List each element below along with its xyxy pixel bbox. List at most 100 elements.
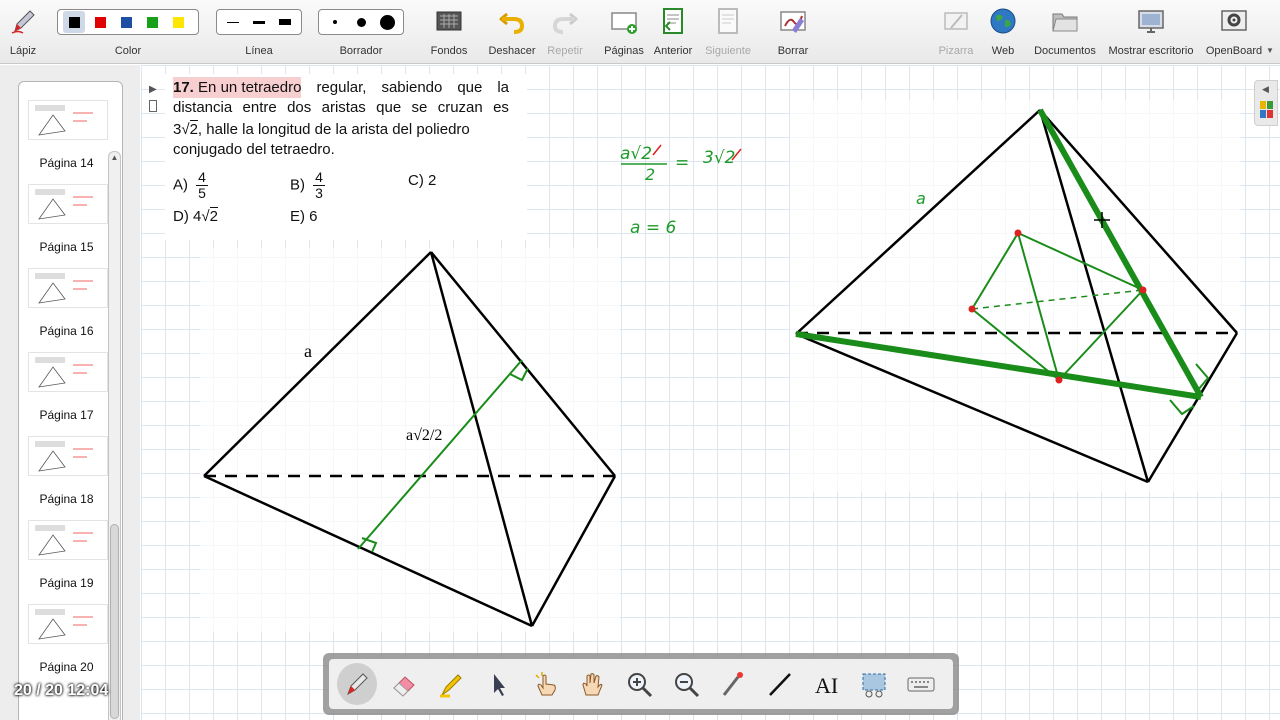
word: aristas [321, 99, 366, 116]
thumbnail-preview [35, 105, 93, 136]
next-page-button[interactable]: Siguiente [702, 0, 754, 64]
option-label: A) [173, 176, 188, 194]
scrollbar-thumb[interactable] [110, 524, 119, 719]
thumbnail-label: Página 19 [39, 576, 94, 590]
word: un [220, 79, 238, 96]
problem-line-4: conjugado del tetraedro. [173, 141, 335, 158]
fraction: 43 [313, 170, 325, 201]
openboard-label: OpenBoard [1205, 45, 1263, 57]
word: distancia [173, 99, 233, 116]
undo-icon [497, 6, 527, 36]
zoom-out-icon [675, 673, 700, 698]
laser-pointer-button[interactable] [713, 663, 753, 705]
word: entre [242, 99, 277, 116]
laser-pointer-icon [722, 672, 743, 696]
hw-result: a = 6 [630, 218, 676, 238]
line-tool-icon [769, 673, 791, 696]
selector-arrow-icon [494, 674, 505, 696]
word: que [457, 79, 483, 96]
scroll-up-icon[interactable]: ▲ [109, 152, 120, 164]
board-mode-button[interactable]: Pizarra [934, 0, 978, 64]
problem-text: , halle la longitud de la arista del pol… [197, 121, 470, 138]
denominator: 3 [315, 185, 323, 201]
documents-label: Documentos [1034, 45, 1096, 57]
keyboard-button[interactable] [901, 663, 941, 705]
thumbnail-label: Página 16 [39, 324, 94, 338]
next-page-label: Siguiente [705, 45, 751, 57]
clear-page-button[interactable]: Borrar [770, 0, 816, 64]
thumbnail-preview [35, 273, 93, 304]
openboard-menu-button[interactable]: OpenBoard [1202, 0, 1266, 64]
thumbnail-preview [35, 357, 93, 388]
thumbnail-scrollbar[interactable]: ▲ ▼ [108, 151, 121, 720]
problem-line-1: 17. En un tetraedro regular, sabiendo qu… [173, 77, 509, 98]
capture-icon [862, 673, 886, 698]
sidebar-toggle[interactable]: ▶ [145, 80, 165, 120]
line-group: Línea [216, 0, 302, 64]
word: es [493, 99, 509, 116]
text-tool-button[interactable]: AI [807, 663, 847, 705]
hw-right-side: 3√2 [703, 148, 735, 168]
zoom-out-button[interactable] [666, 663, 706, 705]
line-tool-button[interactable] [760, 663, 800, 705]
option-label: D) 4 [173, 208, 202, 225]
collapse-arrow-icon: ▶ [149, 84, 157, 95]
openboard-dropdown-icon[interactable]: ▼ [1266, 46, 1274, 55]
page-thumbnail[interactable] [28, 604, 108, 644]
page-thumbnail[interactable] [28, 436, 108, 476]
right-panel-toggle[interactable]: ◀ [1254, 80, 1278, 126]
pan-hand-button[interactable] [572, 663, 612, 705]
pages-label: Páginas [604, 45, 644, 57]
vertex-point [1055, 376, 1063, 384]
page-thumbnail[interactable] [28, 100, 108, 140]
pen-tool-button[interactable]: Lápiz [0, 0, 46, 64]
undo-button[interactable]: Deshacer [484, 0, 540, 64]
web-button[interactable]: Web [984, 0, 1022, 64]
page-counter: 20 / 20 12:04 [14, 682, 109, 699]
hw-equals: = [675, 153, 689, 173]
previous-page-label: Anterior [653, 45, 693, 57]
clear-page-label: Borrar [777, 45, 809, 57]
marker-tool-button[interactable] [431, 663, 471, 705]
hw-numerator: a√2 [620, 144, 652, 164]
show-desktop-button[interactable]: Mostrar escritorio [1104, 0, 1198, 64]
option-c: C) 2 [408, 172, 437, 189]
zoom-in-button[interactable] [619, 663, 659, 705]
radicand: 2 [189, 120, 198, 138]
pages-button[interactable]: Páginas [601, 0, 647, 64]
eraser-tool-button[interactable] [384, 663, 424, 705]
folder-icon [1050, 6, 1080, 36]
marker-tool-icon [440, 674, 462, 698]
radicand: 2 [209, 207, 218, 225]
left-tetrahedron-figure: a a√2/2 [200, 248, 620, 632]
selector-arrow-button[interactable] [478, 663, 518, 705]
undo-label: Deshacer [488, 45, 536, 57]
thumbnail-label: Página 20 [39, 660, 94, 674]
hw-denominator: 2 [645, 165, 655, 184]
redo-icon [550, 6, 580, 36]
page-thumbnail[interactable] [28, 268, 108, 308]
redo-button[interactable]: Repetir [542, 0, 588, 64]
pan-hand-icon [582, 673, 603, 696]
documents-button[interactable]: Documentos [1030, 0, 1100, 64]
page-thumbnail[interactable] [28, 352, 108, 392]
pen-tool-button[interactable] [337, 663, 377, 705]
problem-statement: 17. En un tetraedro regular, sabiendo qu… [165, 74, 527, 240]
library-icon [1260, 101, 1273, 119]
pen-icon [8, 6, 38, 36]
page-thumbnail[interactable] [28, 184, 108, 224]
capture-button[interactable] [854, 663, 894, 705]
word: se [411, 99, 428, 116]
add-page-icon [609, 6, 639, 36]
thumbnail-label: Página 18 [39, 492, 94, 506]
right-tetrahedron-figure: a [790, 100, 1240, 492]
keyboard-icon [907, 677, 935, 692]
hw-cancel-left [652, 144, 662, 156]
vertex-point [1014, 229, 1022, 237]
page-thumbnail[interactable] [28, 520, 108, 560]
previous-page-button[interactable]: Anterior [650, 0, 696, 64]
interact-hand-button[interactable] [525, 663, 565, 705]
eraser-group: Borrador [318, 0, 404, 64]
backgrounds-button[interactable]: Fondos [424, 0, 474, 64]
option-label: B) [290, 176, 305, 194]
